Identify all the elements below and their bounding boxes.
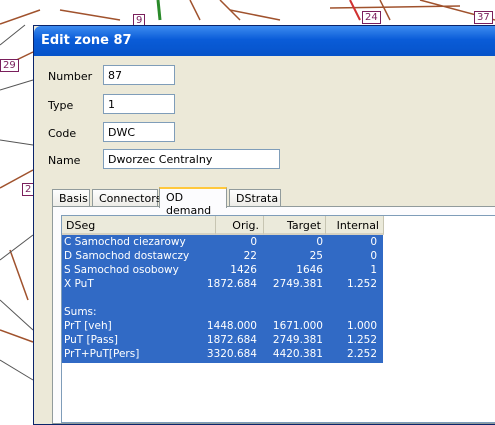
table-row[interactable]: C Samochod ciezarowy 0 0 0	[62, 236, 383, 248]
cell-orig: 1448.000	[206, 320, 257, 332]
map-zone-label: 29	[0, 59, 19, 72]
cell-dseg: PrT+PuT[Pers]	[64, 348, 140, 360]
table-row[interactable]: PrT+PuT[Pers] 3320.684 4420.381 2.252	[62, 348, 383, 360]
tab-dstrata[interactable]: DStrata	[229, 189, 281, 207]
cell-orig: 0	[250, 236, 257, 248]
cell-dseg: X PuT	[64, 278, 94, 290]
code-field[interactable]	[103, 122, 175, 142]
type-field[interactable]	[103, 94, 175, 114]
table-row[interactable]: D Samochod dostawczy 22 25 0	[62, 250, 383, 262]
cell-internal: 1.252	[346, 334, 377, 346]
column-header-target[interactable]: Target	[264, 216, 326, 235]
cell-target: 25	[309, 250, 323, 262]
number-field[interactable]	[103, 65, 175, 85]
cell-orig: 3320.684	[206, 348, 257, 360]
cell-orig: 1426	[230, 264, 257, 276]
column-header-orig[interactable]: Orig.	[216, 216, 264, 235]
cell-orig: 22	[243, 250, 257, 262]
name-field[interactable]	[103, 149, 280, 169]
cell-dseg: S Samochod osobowy	[64, 264, 179, 276]
tab-connectors[interactable]: Connectors	[92, 189, 161, 207]
cell-dseg: PuT [Pass]	[64, 334, 118, 346]
table-row[interactable]: X PuT 1872.684 2749.381 1.252	[62, 278, 383, 290]
type-label: Type	[48, 99, 74, 112]
cell-target: 0	[316, 236, 323, 248]
cell-dseg: D Samochod dostawczy	[64, 250, 190, 262]
selection-block: C Samochod ciezarowy 0 0 0 D Samochod do…	[62, 235, 383, 363]
od-demand-panel: DSeg Orig. Target Internal C Samochod ci…	[52, 206, 495, 424]
cell-internal: 1.252	[346, 278, 377, 290]
cell-dseg: PrT [veh]	[64, 320, 112, 332]
cell-internal: 1	[370, 264, 377, 276]
cell-target: 1671.000	[272, 320, 323, 332]
map-zone-label: 24	[362, 11, 381, 24]
cell-dseg: C Samochod ciezarowy	[64, 236, 186, 248]
table-row[interactable]: Sums:	[62, 306, 383, 318]
tab-strip: Basis Connectors OD demand DStrata	[52, 187, 495, 217]
cell-internal: 0	[370, 250, 377, 262]
code-label: Code	[48, 127, 77, 140]
od-demand-grid[interactable]: DSeg Orig. Target Internal C Samochod ci…	[61, 215, 495, 423]
cell-target: 2749.381	[272, 278, 323, 290]
dialog-title: Edit zone 87	[41, 33, 132, 48]
cell-target: 2749.381	[272, 334, 323, 346]
title-bar[interactable]: Edit zone 87	[34, 26, 495, 56]
name-label: Name	[48, 154, 81, 167]
cell-target: 1646	[296, 264, 323, 276]
table-row[interactable]: PrT [veh] 1448.000 1671.000 1.000	[62, 320, 383, 332]
cell-orig: 1872.684	[206, 278, 257, 290]
cell-internal: 0	[370, 236, 377, 248]
map-zone-label: 37	[474, 11, 493, 24]
table-row[interactable]	[62, 292, 383, 304]
cell-orig: 1872.684	[206, 334, 257, 346]
cell-target: 4420.381	[272, 348, 323, 360]
cell-internal: 2.252	[346, 348, 377, 360]
column-header-internal[interactable]: Internal	[326, 216, 384, 235]
cell-dseg: Sums:	[64, 306, 97, 318]
cell-internal: 1.000	[346, 320, 377, 332]
column-header-dseg[interactable]: DSeg	[62, 216, 216, 235]
table-row[interactable]: PuT [Pass] 1872.684 2749.381 1.252	[62, 334, 383, 346]
edit-zone-dialog: Edit zone 87 Number Type Code Name Basis…	[33, 25, 495, 425]
tab-basis[interactable]: Basis	[52, 189, 90, 207]
tab-od-demand[interactable]: OD demand	[159, 187, 227, 217]
number-label: Number	[48, 70, 93, 83]
table-row[interactable]: S Samochod osobowy 1426 1646 1	[62, 264, 383, 276]
